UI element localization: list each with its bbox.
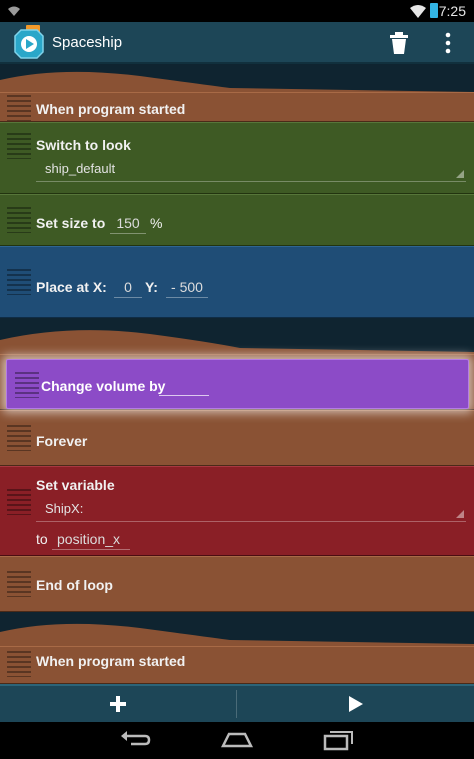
system-nav-bar	[0, 722, 474, 759]
add-brick-button[interactable]	[0, 686, 236, 722]
brick-label: When program started	[36, 101, 186, 117]
x-input[interactable]: 0	[114, 279, 142, 298]
battery-icon	[430, 3, 438, 18]
home-icon[interactable]	[219, 728, 255, 752]
notification-icon	[8, 6, 20, 16]
wifi-icon	[410, 5, 426, 18]
overflow-menu-icon[interactable]	[442, 31, 454, 55]
brick-when-program-started[interactable]: When program started	[0, 92, 474, 122]
brick-end-of-loop[interactable]: End of loop	[0, 556, 474, 612]
brick-switch-to-look[interactable]: Switch to look ship_default	[0, 122, 474, 194]
look-select[interactable]: ship_default	[36, 161, 466, 182]
brick-label: Forever	[36, 433, 88, 449]
drag-handle[interactable]	[7, 651, 31, 677]
status-bar: 7:25	[0, 0, 474, 22]
hat-cap	[0, 330, 474, 356]
recent-apps-icon[interactable]	[321, 728, 357, 752]
volume-input[interactable]	[159, 378, 209, 396]
y-input[interactable]: - 500	[166, 279, 208, 298]
drag-handle[interactable]	[7, 269, 31, 295]
play-button[interactable]	[237, 686, 474, 722]
y-label: Y:	[145, 279, 158, 295]
drag-handle[interactable]	[7, 571, 31, 597]
brick-label: Switch to look	[36, 137, 131, 153]
drag-handle[interactable]	[7, 95, 31, 121]
drag-handle[interactable]	[7, 425, 31, 451]
drag-handle[interactable]	[7, 207, 31, 233]
brick-set-size[interactable]: Set size to 150 %	[0, 194, 474, 246]
drag-handle[interactable]	[15, 372, 39, 398]
drag-handle[interactable]	[7, 489, 31, 515]
size-input[interactable]: 150	[110, 215, 146, 234]
app-logo-icon[interactable]	[12, 24, 46, 60]
brick-set-variable[interactable]: Set variable ShipX: to position_x	[0, 466, 474, 556]
back-icon[interactable]	[117, 728, 153, 752]
page-title: Spaceship	[52, 34, 123, 51]
percent-label: %	[150, 215, 163, 231]
brick-label: Set size to	[36, 215, 106, 231]
brick-label: End of loop	[36, 577, 113, 593]
brick-place-at[interactable]: Place at X: 0 Y: - 500	[0, 246, 474, 318]
hat-cap	[0, 623, 474, 648]
hat-cap	[0, 71, 474, 94]
drag-handle[interactable]	[7, 133, 31, 159]
brick-label: Place at X:	[36, 279, 107, 295]
brick-label: When program started	[36, 653, 186, 669]
brick-change-volume-dragging[interactable]: Change volume by	[6, 359, 469, 409]
plus-icon	[110, 696, 126, 712]
clock: 7:25	[438, 3, 466, 19]
trash-icon[interactable]	[388, 31, 410, 55]
value-input[interactable]: position_x	[52, 531, 130, 550]
variable-select[interactable]: ShipX:	[36, 501, 466, 522]
brick-forever[interactable]: Forever	[0, 410, 474, 466]
bottom-toolbar	[0, 684, 474, 722]
brick-label: Set variable	[36, 477, 115, 493]
to-label: to	[36, 531, 48, 547]
play-icon	[348, 696, 363, 712]
action-bar: Spaceship	[0, 22, 474, 64]
brick-label: Change volume by	[41, 378, 166, 394]
brick-when-program-started-2[interactable]: When program started	[0, 646, 474, 684]
